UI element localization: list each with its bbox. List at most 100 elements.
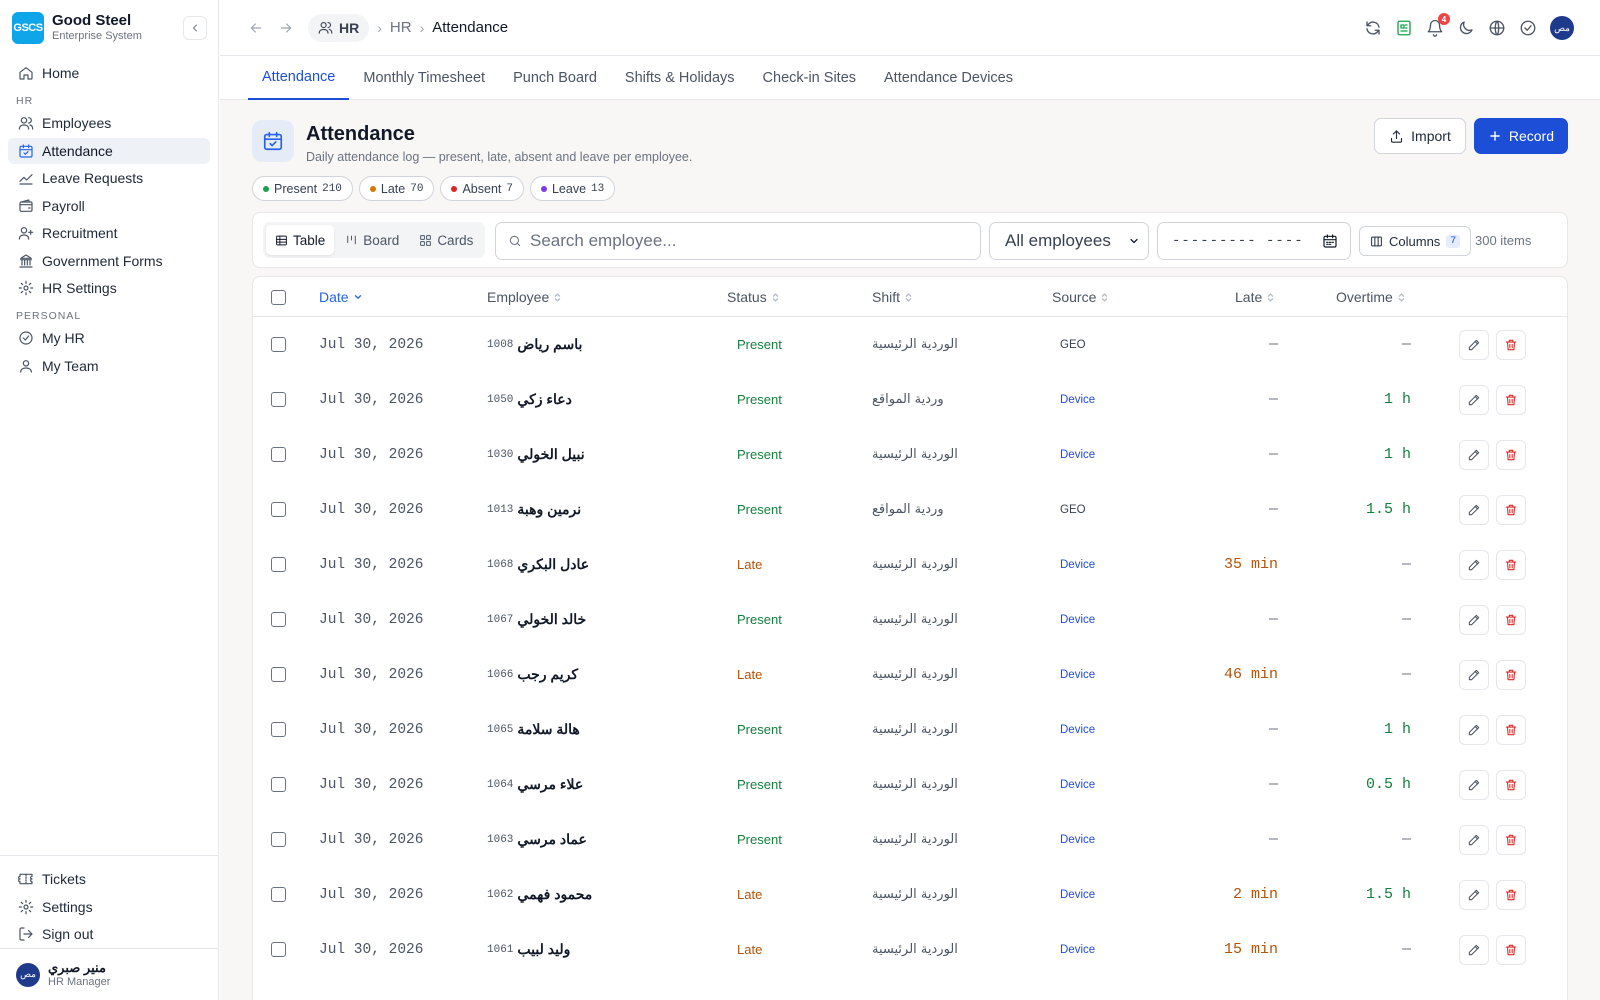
employee-cell[interactable]: 1050 دعاء زكي [487, 372, 572, 427]
tab-check-in-sites[interactable]: Check-in Sites [749, 56, 870, 100]
edit-button[interactable] [1459, 659, 1489, 690]
sidebar-item-my-hr[interactable]: My HR [8, 325, 210, 351]
arrow-right-icon[interactable] [278, 20, 294, 36]
spreadsheet-icon[interactable] [1395, 19, 1413, 37]
table-row[interactable]: Jul 30, 2026 1068 عادل البكري Late الوردية ا… [253, 537, 1567, 592]
table-row[interactable]: Jul 30, 2026 1030 نبيل الخولي Present الوردي… [253, 427, 1567, 482]
sidebar-item-leave-requests[interactable]: Leave Requests [8, 165, 210, 191]
view-board-button[interactable]: Board [336, 225, 408, 255]
moon-icon[interactable] [1457, 19, 1475, 37]
tab-shifts-holidays[interactable]: Shifts & Holidays [611, 56, 749, 100]
column-header-source[interactable]: Source [1052, 277, 1109, 317]
sidebar-item-hr-settings[interactable]: HR Settings [8, 275, 210, 301]
sidebar-item-settings[interactable]: Settings [8, 894, 210, 920]
row-checkbox[interactable] [271, 942, 286, 957]
delete-button[interactable] [1496, 769, 1526, 800]
employee-filter-select[interactable]: All employees [989, 222, 1149, 260]
import-button[interactable]: Import [1374, 118, 1466, 154]
user-profile[interactable]: مص منير صبري HR Manager [0, 948, 218, 1000]
delete-button[interactable] [1496, 714, 1526, 745]
delete-button[interactable] [1496, 879, 1526, 910]
table-row[interactable]: Jul 30, 2026 1066 كريم رجب Late الوردية الرئ… [253, 647, 1567, 702]
edit-button[interactable] [1459, 494, 1489, 525]
row-checkbox[interactable] [271, 887, 286, 902]
table-row[interactable]: Jul 30, 2026 1008 باسم رياض Present الوردية … [253, 317, 1567, 372]
date-picker[interactable]: --------- ---- [1157, 222, 1351, 260]
delete-button[interactable] [1496, 439, 1526, 470]
select-all-checkbox[interactable] [271, 289, 286, 305]
chip-leave[interactable]: Leave 13 [529, 176, 616, 201]
employee-cell[interactable]: 1008 باسم رياض [487, 317, 582, 372]
breadcrumb-section[interactable]: HR [390, 19, 412, 36]
chip-absent[interactable]: Absent 7 [440, 176, 524, 201]
check-circle-icon[interactable] [1519, 19, 1537, 37]
column-header-overtime[interactable]: Overtime [1336, 277, 1406, 317]
search-input[interactable] [530, 231, 950, 251]
tab-attendance[interactable]: Attendance [248, 56, 350, 100]
edit-button[interactable] [1459, 824, 1489, 855]
edit-button[interactable] [1459, 549, 1489, 580]
table-row[interactable]: Jul 30, 2026 1062 محمود فهمي Late الوردية ال… [253, 867, 1567, 922]
sidebar-item-home[interactable]: Home [8, 60, 210, 86]
employee-cell[interactable]: 1013 نرمين وهبة [487, 482, 581, 537]
edit-button[interactable] [1459, 769, 1489, 800]
tab-attendance-devices[interactable]: Attendance Devices [870, 56, 1027, 100]
employee-cell[interactable]: 1067 خالد الخولي [487, 592, 586, 647]
column-header-employee[interactable]: Employee [487, 277, 562, 317]
sidebar-item-government-forms[interactable]: Government Forms [8, 248, 210, 274]
edit-button[interactable] [1459, 934, 1489, 965]
chip-late[interactable]: Late 70 [358, 176, 435, 201]
chip-present[interactable]: Present 210 [252, 176, 353, 201]
delete-button[interactable] [1496, 659, 1526, 690]
delete-button[interactable] [1496, 549, 1526, 580]
view-cards-button[interactable]: Cards [410, 225, 482, 255]
tab-punch-board[interactable]: Punch Board [499, 56, 611, 100]
table-row[interactable]: Jul 30, 2026 1013 نرمين وهبة Present وردية ا… [253, 482, 1567, 537]
employee-cell[interactable]: 1064 علاء مرسي [487, 757, 583, 812]
column-header-status[interactable]: Status [727, 277, 780, 317]
columns-button[interactable]: Columns 7 [1359, 226, 1472, 256]
row-checkbox[interactable] [271, 832, 286, 847]
employee-cell[interactable]: 1062 محمود فهمي [487, 867, 592, 922]
sidebar-item-recruitment[interactable]: Recruitment [8, 220, 210, 246]
sidebar-item-attendance[interactable]: Attendance [8, 137, 210, 164]
edit-button[interactable] [1459, 879, 1489, 910]
employee-cell[interactable]: 1068 عادل البكري [487, 537, 589, 592]
edit-button[interactable] [1459, 439, 1489, 470]
table-row[interactable]: Jul 30, 2026 1063 عماد مرسي Present الوردية … [253, 812, 1567, 867]
collapse-sidebar-button[interactable] [183, 16, 207, 40]
table-row[interactable]: Jul 30, 2026 1050 دعاء زكي Present وردية الم… [253, 372, 1567, 427]
table-row[interactable]: Jul 30, 2026 1061 وليد لبيب Late الوردية الر… [253, 922, 1567, 977]
row-checkbox[interactable] [271, 337, 286, 352]
column-header-shift[interactable]: Shift [872, 277, 913, 317]
edit-button[interactable] [1459, 384, 1489, 415]
row-checkbox[interactable] [271, 447, 286, 462]
row-checkbox[interactable] [271, 777, 286, 792]
edit-button[interactable] [1459, 714, 1489, 745]
delete-button[interactable] [1496, 329, 1526, 360]
avatar[interactable]: مص [1550, 16, 1574, 40]
edit-button[interactable] [1459, 329, 1489, 360]
bell-icon[interactable]: 4 [1426, 13, 1450, 37]
delete-button[interactable] [1496, 934, 1526, 965]
arrow-left-icon[interactable] [248, 20, 264, 36]
sidebar-item-sign-out[interactable]: Sign out [8, 921, 210, 947]
column-header-date[interactable]: Date [319, 277, 363, 317]
tab-monthly-timesheet[interactable]: Monthly Timesheet [349, 56, 499, 100]
row-checkbox[interactable] [271, 612, 286, 627]
employee-cell[interactable]: 1066 كريم رجب [487, 647, 578, 702]
breadcrumb-module[interactable]: HR [308, 13, 370, 42]
delete-button[interactable] [1496, 494, 1526, 525]
view-table-button[interactable]: Table [266, 225, 335, 255]
calendar-icon[interactable] [1322, 233, 1338, 249]
employee-cell[interactable]: 1030 نبيل الخولي [487, 427, 585, 482]
sidebar-item-employees[interactable]: Employees [8, 110, 210, 136]
employee-cell[interactable]: 1061 وليد لبيب [487, 922, 570, 977]
table-row[interactable]: Jul 30, 2026 1067 خالد الخولي Present الوردي… [253, 592, 1567, 647]
row-checkbox[interactable] [271, 502, 286, 517]
column-header-late[interactable]: Late [1235, 277, 1275, 317]
sidebar-item-payroll[interactable]: Payroll [8, 193, 210, 219]
row-checkbox[interactable] [271, 392, 286, 407]
table-row[interactable]: Jul 30, 2026 1064 علاء مرسي Present الوردية … [253, 757, 1567, 812]
employee-cell[interactable]: 1065 هالة سلامة [487, 702, 580, 757]
